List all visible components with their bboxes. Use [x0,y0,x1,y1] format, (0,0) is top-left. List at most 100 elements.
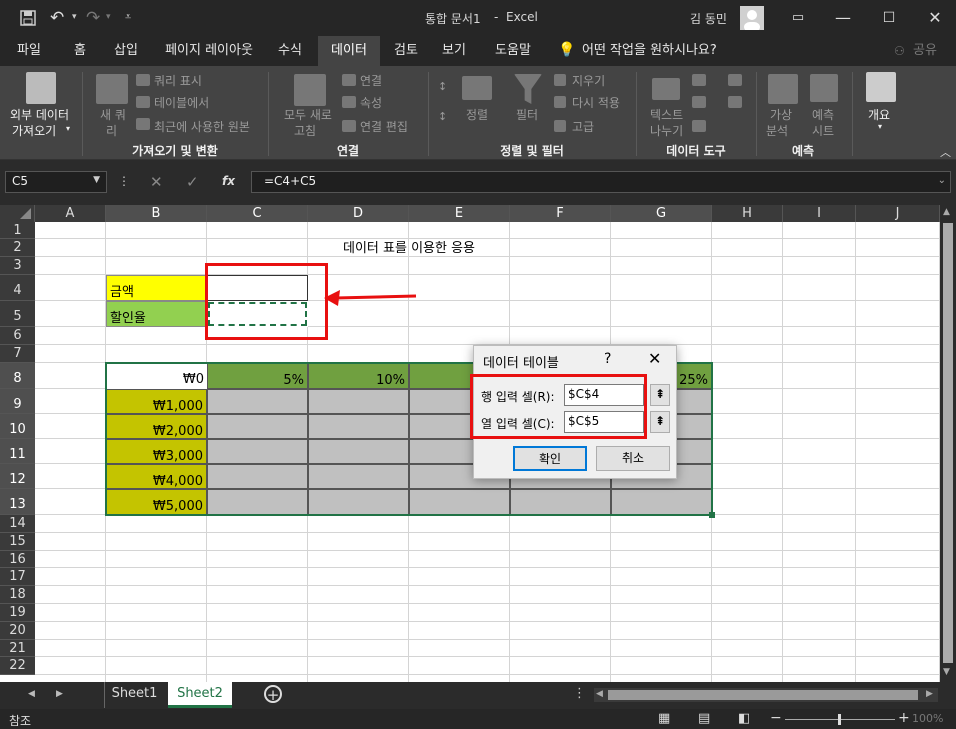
page-break-view-icon[interactable]: ◧ [738,711,750,726]
text-to-columns-button-line2[interactable]: 나누기 [650,122,683,139]
what-if-analysis-button[interactable]: 가상 [770,106,792,123]
tab-help[interactable]: 도움말 [484,36,542,66]
tab-page-layout[interactable]: 페이지 레이아웃 [156,36,262,66]
more-options-icon[interactable]: ⋮ [118,174,130,188]
zoom-slider[interactable] [785,714,895,725]
horizontal-scrollbar[interactable]: ◀ ▶ [594,688,938,702]
tab-split-handle-icon[interactable]: ⋮ [573,686,586,701]
row-collapse-icon[interactable]: ⇞ [650,384,670,406]
tab-home[interactable]: 홈 [60,36,100,66]
tab-formulas[interactable]: 수식 [268,36,312,66]
forecast-sheet-button[interactable]: 예측 [812,106,834,123]
tab-scroll-right-icon[interactable]: ▶ [56,689,63,699]
share-button[interactable]: 공유 [910,36,940,66]
chevron-down-icon: ▾ [66,124,71,133]
fill-handle[interactable] [709,512,715,518]
tab-scroll-left-icon[interactable]: ◀ [28,689,35,699]
ok-button[interactable]: 확인 [513,446,587,471]
remove-duplicates-icon[interactable] [692,96,706,108]
from-table-button[interactable]: 테이블에서 [154,94,209,111]
expand-formula-icon[interactable]: ⌄ [938,175,946,186]
scroll-down-icon[interactable]: ▼ [943,667,950,677]
get-external-data-button[interactable]: 외부 데이터 [10,106,69,123]
annotation-box-input-cells [205,263,328,340]
zoom-out-icon[interactable]: − [770,710,782,726]
advanced-button[interactable]: 고급 [572,118,594,135]
relationships-icon[interactable] [728,96,742,108]
label-amount[interactable]: 금액 [106,275,207,301]
scroll-right-icon[interactable]: ▶ [926,689,933,699]
sort-az-icon[interactable]: ↕ [438,80,447,93]
tab-data[interactable]: 데이터 [318,36,380,66]
tab-view[interactable]: 보기 [432,36,476,66]
confirm-edit-icon[interactable]: ✓ [186,173,199,191]
normal-view-icon[interactable]: ▦ [658,711,670,726]
consolidate-icon[interactable] [728,74,742,86]
tab-insert[interactable]: 삽입 [104,36,148,66]
worksheet-grid[interactable]: A B C D E F G H I J 1 2 3 4 5 6 7 8 9 10 11 12 13 14 15 16 17 18 19 2… [0,205,940,682]
name-box[interactable]: C5 ▼ [5,171,107,193]
chevron-down-icon[interactable]: ▼ [93,175,100,185]
reapply-button[interactable]: 다시 적용 [572,94,620,111]
ribbon-display-icon[interactable]: ▭ [775,0,821,36]
tab-review[interactable]: 검토 [384,36,428,66]
sheet-tab-sheet2[interactable]: Sheet2 [168,682,232,708]
what-if-analysis-button-line2[interactable]: 분석 [766,122,788,139]
recent-sources-button[interactable]: 최근에 사용한 원본 [154,118,250,135]
refresh-all-button-line2[interactable]: 고침 [294,122,316,139]
vertical-scrollbar[interactable]: ▲ ▼ [940,205,956,682]
save-icon[interactable] [20,10,36,26]
sort-za-icon[interactable]: ↕ [438,110,447,123]
cancel-edit-icon[interactable]: ✕ [150,173,163,191]
scroll-up-icon[interactable]: ▲ [943,207,950,217]
maximize-icon[interactable]: ☐ [866,0,912,36]
share-icon[interactable]: ⚇ [894,44,905,58]
redo-dropdown-icon[interactable]: ▾ [106,12,111,22]
forecast-sheet-button-line2[interactable]: 시트 [812,122,834,139]
properties-button[interactable]: 속성 [360,94,382,111]
undo-dropdown-icon[interactable]: ▾ [72,12,77,22]
label-discount[interactable]: 할인율 [106,301,207,327]
refresh-all-button[interactable]: 모두 새로 [284,106,332,123]
sort-button[interactable]: 정렬 [466,106,488,123]
scroll-left-icon[interactable]: ◀ [596,689,603,699]
outline-button[interactable]: 개요 [868,106,890,123]
page-layout-view-icon[interactable]: ▤ [698,711,710,726]
close-icon[interactable]: ✕ [912,0,956,36]
insert-function-icon[interactable]: fx [222,174,235,188]
undo-icon[interactable]: ↶ [50,8,74,28]
close-icon[interactable]: ✕ [648,349,661,368]
lightbulb-icon: 💡 [558,42,576,58]
horizontal-scroll-thumb[interactable] [608,690,918,700]
customize-qat-icon[interactable]: ⩡ [125,10,131,24]
tab-file[interactable]: 파일 [6,36,52,66]
help-button[interactable]: ? [604,351,611,367]
cancel-button[interactable]: 취소 [596,446,670,471]
sheet-tab-sheet1[interactable]: Sheet1 [104,682,164,708]
connections-button[interactable]: 연결 [360,72,382,89]
redo-icon[interactable]: ↷ [86,8,100,28]
new-query-button-line2[interactable]: 리 [106,122,117,139]
show-queries-button[interactable]: 쿼리 표시 [154,72,202,89]
table-title[interactable]: 데이터 표를 이용한 응용 [207,239,611,257]
zoom-in-icon[interactable]: + [898,710,910,726]
get-external-data-button-line2[interactable]: 가져오기 [12,122,56,139]
scroll-thumb[interactable] [943,223,953,663]
clear-button[interactable]: 지우기 [572,72,605,89]
minimize-icon[interactable]: — [820,0,866,36]
formula-input[interactable]: =C4+C5 ⌄ [251,171,951,193]
column-collapse-icon[interactable]: ⇞ [650,411,670,433]
zoom-level[interactable]: 100% [912,712,943,725]
text-to-columns-button[interactable]: 텍스트 [650,106,683,123]
avatar[interactable] [740,6,764,30]
user-name: 김 동민 [690,12,727,26]
zoom-slider-thumb[interactable] [838,714,841,725]
edit-links-button[interactable]: 연결 편집 [360,118,408,135]
data-validation-icon[interactable] [692,120,706,132]
collapse-ribbon-icon[interactable]: ︿ [940,144,951,160]
tell-me-search[interactable]: 어떤 작업을 원하시나요? [582,36,732,66]
add-sheet-icon[interactable]: + [264,685,282,703]
flash-fill-icon[interactable] [692,74,706,86]
new-query-button[interactable]: 새 쿼 [100,106,126,123]
filter-button[interactable]: 필터 [516,106,538,123]
